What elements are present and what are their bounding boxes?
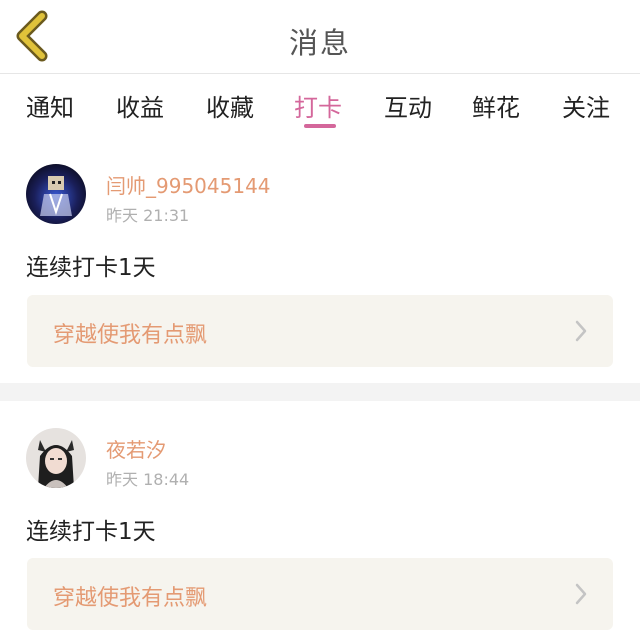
book-title: 穿越使我有点飘 <box>53 323 208 348</box>
tab-bar: 通知 收益 收藏 打卡 互动 鲜花 关注 <box>0 74 640 140</box>
tab-favorites[interactable]: 收藏 <box>206 88 254 128</box>
avatar[interactable] <box>26 428 86 488</box>
section-divider <box>0 383 640 401</box>
tab-interactions[interactable]: 互动 <box>384 88 432 128</box>
avatar[interactable] <box>26 164 86 224</box>
book-link-card[interactable]: 穿越使我有点飘 <box>27 295 613 367</box>
username[interactable]: 闫帅_995045144 <box>106 170 271 199</box>
tab-flowers[interactable]: 鲜花 <box>472 88 520 128</box>
tab-earnings[interactable]: 收益 <box>116 88 164 128</box>
checkin-text: 连续打卡1天 <box>26 519 156 545</box>
post-time: 昨天 18:44 <box>106 470 190 489</box>
book-link-card[interactable]: 穿越使我有点飘 <box>27 558 613 630</box>
chevron-right-icon <box>575 583 587 605</box>
book-title: 穿越使我有点飘 <box>53 586 208 611</box>
checkin-messages-page: 消息 通知 收益 收藏 打卡 互动 鲜花 关注 闫帅_995045144 昨天 … <box>0 0 640 644</box>
active-tab-indicator <box>304 124 336 128</box>
avatar-image <box>26 164 86 224</box>
tab-notifications[interactable]: 通知 <box>26 88 74 128</box>
username[interactable]: 夜若汐 <box>106 434 166 463</box>
checkin-text: 连续打卡1天 <box>26 255 156 281</box>
chevron-right-icon <box>575 320 587 342</box>
page-title: 消息 <box>288 26 351 60</box>
tab-following[interactable]: 关注 <box>562 88 610 128</box>
avatar-image <box>26 428 86 488</box>
top-bar: 消息 <box>0 0 640 74</box>
tab-checkin[interactable]: 打卡 <box>294 88 342 128</box>
post-time: 昨天 21:31 <box>106 206 190 225</box>
